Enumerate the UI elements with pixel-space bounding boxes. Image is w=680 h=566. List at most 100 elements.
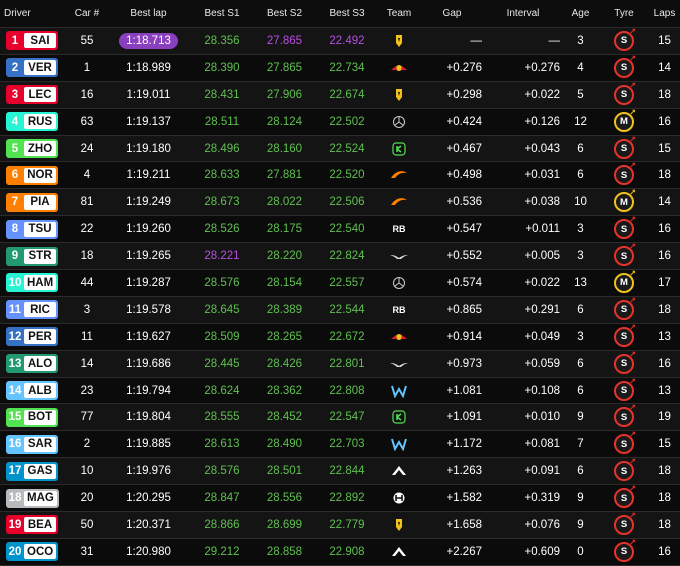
header-car[interactable]: Car # <box>68 8 106 19</box>
driver-badge[interactable]: 18 MAG <box>6 488 59 508</box>
team-cell <box>378 34 420 48</box>
driver-cell[interactable]: 10 HAM <box>0 273 68 293</box>
table-row[interactable]: 11 RIC 3 1:19.578 28.645 28.389 22.544 RB +0.865… <box>0 296 680 324</box>
driver-cell[interactable]: 17 GAS <box>0 461 68 481</box>
car-number: 24 <box>80 142 94 155</box>
car-number: 44 <box>80 276 94 289</box>
table-row[interactable]: 4 RUS 63 1:19.137 28.511 28.124 22.502 +0.424 +0… <box>0 108 680 136</box>
header-best-s1[interactable]: Best S1 <box>191 8 253 19</box>
driver-code: SAR <box>24 436 56 452</box>
driver-badge[interactable]: 20 OCO <box>6 542 59 562</box>
table-row[interactable]: 19 BEA 50 1:20.371 28.866 28.699 22.779 +1.658 +… <box>0 511 680 539</box>
laps: 18 <box>658 169 671 182</box>
table-row[interactable]: 10 HAM 44 1:19.287 28.576 28.154 22.557 +0.574 +… <box>0 269 680 297</box>
tyre-soft-icon: S ↗ <box>614 296 636 320</box>
laps: 18 <box>658 88 671 101</box>
driver-badge[interactable]: 9 STR <box>6 246 58 266</box>
driver-badge[interactable]: 13 ALO <box>6 354 58 374</box>
driver-cell[interactable]: 9 STR <box>0 246 68 266</box>
table-row[interactable]: 18 MAG 20 1:20.295 28.847 28.556 22.892 +1.582 +… <box>0 485 680 513</box>
driver-cell[interactable]: 13 ALO <box>0 354 68 374</box>
laps: 14 <box>658 196 671 209</box>
table-row[interactable]: 5 ZHO 24 1:19.180 28.496 28.160 22.524 +0.467 +0… <box>0 135 680 163</box>
table-row[interactable]: 8 TSU 22 1:19.260 28.526 28.175 22.540 RB +0.547… <box>0 216 680 244</box>
header-team[interactable]: Team <box>378 8 420 19</box>
tyre-age: 6 <box>577 384 584 397</box>
tyre-compound: S <box>620 169 628 181</box>
driver-code: STR <box>24 248 56 264</box>
driver-cell[interactable]: 15 BOT <box>0 407 68 427</box>
driver-badge[interactable]: 19 BEA <box>6 515 58 535</box>
driver-badge[interactable]: 2 VER <box>6 58 58 78</box>
table-row[interactable]: 9 STR 18 1:19.265 28.221 28.220 22.824 +0.552 +0… <box>0 243 680 271</box>
driver-cell[interactable]: 5 ZHO <box>0 139 68 158</box>
driver-cell[interactable]: 14 ALB <box>0 381 68 401</box>
header-age[interactable]: Age <box>562 8 599 19</box>
table-row[interactable]: 13 ALO 14 1:19.686 28.445 28.426 22.801 +0.973 +… <box>0 350 680 378</box>
driver-cell[interactable]: 1 SAI <box>0 31 68 51</box>
driver-cell[interactable]: 2 VER <box>0 58 68 78</box>
driver-badge[interactable]: 5 ZHO <box>6 139 58 158</box>
table-row[interactable]: 17 GAS 10 1:19.976 28.576 28.501 22.844 +1.263 +… <box>0 458 680 486</box>
driver-cell[interactable]: 11 RIC <box>0 300 68 320</box>
best-lap-time: 1:20.371 <box>126 518 171 531</box>
header-best-lap[interactable]: Best lap <box>106 8 191 19</box>
driver-badge[interactable]: 11 RIC <box>6 300 58 320</box>
driver-badge[interactable]: 12 PER <box>6 327 58 347</box>
table-row[interactable]: 20 OCO 31 1:20.980 29.212 28.858 22.908 +2.267 +… <box>0 538 680 566</box>
interval: +0.276 <box>524 61 561 74</box>
driver-code: RIC <box>24 302 56 318</box>
driver-badge[interactable]: 6 NOR <box>6 165 58 185</box>
table-row[interactable]: 12 PER 11 1:19.627 28.509 28.265 22.672 +0.914 +… <box>0 323 680 351</box>
driver-cell[interactable]: 18 MAG <box>0 488 68 508</box>
driver-cell[interactable]: 19 BEA <box>0 515 68 535</box>
gap: +1.658 <box>446 518 483 531</box>
driver-cell[interactable]: 8 TSU <box>0 219 68 239</box>
car-number: 31 <box>80 545 94 558</box>
driver-badge[interactable]: 17 GAS <box>6 461 58 481</box>
table-row[interactable]: 14 ALB 23 1:19.794 28.624 28.362 22.808 +1.081 +… <box>0 377 680 405</box>
team-cell <box>378 518 420 532</box>
driver-badge[interactable]: 7 PIA <box>6 192 58 212</box>
driver-badge[interactable]: 14 ALB <box>6 381 58 401</box>
driver-cell[interactable]: 20 OCO <box>0 542 68 562</box>
car-number: 50 <box>80 518 94 531</box>
table-row[interactable]: 6 NOR 4 1:19.211 28.633 27.881 22.520 +0.498 +0.… <box>0 162 680 190</box>
tyre-cell: S ↗ <box>599 404 649 428</box>
header-tyre[interactable]: Tyre <box>599 8 649 19</box>
gap: +1.091 <box>446 411 483 424</box>
header-driver[interactable]: Driver <box>0 8 68 19</box>
driver-badge[interactable]: 1 SAI <box>6 31 58 51</box>
table-row[interactable]: 2 VER 1 1:18.989 28.390 27.865 22.734 +0.276 +0.… <box>0 54 680 82</box>
header-laps[interactable]: Laps <box>649 8 680 19</box>
table-row[interactable]: 7 PIA 81 1:19.249 28.673 28.022 22.506 +0.536 +0… <box>0 189 680 217</box>
best-s1: 28.509 <box>204 330 240 343</box>
driver-cell[interactable]: 4 RUS <box>0 112 68 132</box>
best-s3: 22.557 <box>329 276 365 289</box>
driver-badge[interactable]: 16 SAR <box>6 434 58 454</box>
header-best-s2[interactable]: Best S2 <box>253 8 316 19</box>
driver-cell[interactable]: 3 LEC <box>0 85 68 105</box>
driver-badge[interactable]: 4 RUS <box>6 112 58 132</box>
driver-badge[interactable]: 8 TSU <box>6 219 58 239</box>
driver-cell[interactable]: 6 NOR <box>0 165 68 185</box>
table-row[interactable]: 3 LEC 16 1:19.011 28.431 27.906 22.674 +0.298 +0… <box>0 81 680 109</box>
tyre-cell: S ↗ <box>599 350 649 374</box>
driver-badge[interactable]: 3 LEC <box>6 85 58 105</box>
header-interval[interactable]: Interval <box>484 8 562 19</box>
best-lap-cell: 1:19.885 <box>106 438 191 450</box>
best-s2: 28.265 <box>266 330 303 343</box>
driver-cell[interactable]: 16 SAR <box>0 434 68 454</box>
table-row[interactable]: 15 BOT 77 1:19.804 28.555 28.452 22.547 +1.091 +… <box>0 404 680 432</box>
header-gap[interactable]: Gap <box>420 8 484 19</box>
best-s3: 22.824 <box>329 250 365 263</box>
driver-badge[interactable]: 15 BOT <box>6 407 58 427</box>
driver-cell[interactable]: 7 PIA <box>0 192 68 212</box>
best-lap-time: 1:19.260 <box>126 223 171 236</box>
best-s2: 28.556 <box>266 492 303 505</box>
driver-cell[interactable]: 12 PER <box>0 327 68 347</box>
header-best-s3[interactable]: Best S3 <box>316 8 378 19</box>
table-row[interactable]: 1 SAI 55 1:18.713 28.356 27.865 22.492 — — 3 S ↗ 15 <box>0 27 680 55</box>
table-row[interactable]: 16 SAR 2 1:19.885 28.613 28.490 22.703 +1.172 +0… <box>0 431 680 459</box>
driver-badge[interactable]: 10 HAM <box>6 273 59 293</box>
